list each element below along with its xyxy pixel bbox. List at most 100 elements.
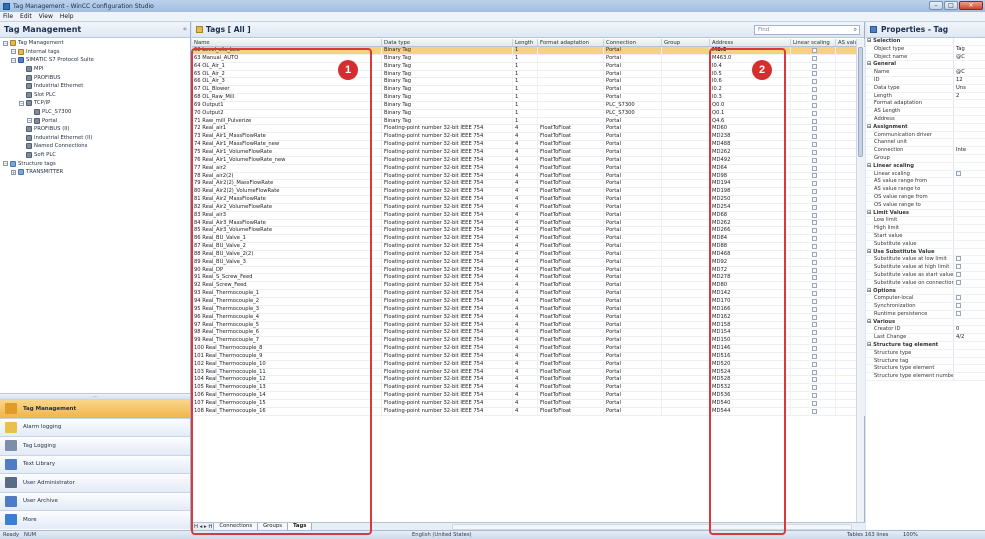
checkbox[interactable] xyxy=(811,173,817,179)
cell-group[interactable] xyxy=(662,156,710,164)
cell-connection[interactable]: Portal xyxy=(604,180,662,188)
checkbox[interactable] xyxy=(811,47,817,53)
tree-item[interactable]: − Internal tags xyxy=(0,48,190,57)
property-row[interactable]: Structure tag xyxy=(866,357,985,366)
cell-group[interactable] xyxy=(662,196,710,203)
cell-format-adaptation[interactable]: FloatToFloat xyxy=(538,399,604,407)
column-header-name[interactable]: Name xyxy=(192,39,382,46)
checkbox[interactable] xyxy=(811,369,817,375)
cell-data-type[interactable]: Floating-point number 32-bit IEEE 754 xyxy=(382,250,513,258)
property-value[interactable]: Tag xyxy=(954,46,985,53)
cell-format-adaptation[interactable]: FloatToFloat xyxy=(538,125,604,133)
cell-format-adaptation[interactable]: FloatToFloat xyxy=(538,345,604,352)
property-row[interactable]: AS value range to xyxy=(866,186,985,194)
property-section[interactable]: ⊟ Selection xyxy=(866,38,985,46)
cell-group[interactable] xyxy=(662,94,710,101)
cell-data-type[interactable]: Binary Tag xyxy=(382,109,513,117)
cell-group[interactable] xyxy=(662,313,710,321)
cell-format-adaptation[interactable] xyxy=(538,86,604,94)
cell-format-adaptation[interactable] xyxy=(538,70,604,78)
property-value[interactable] xyxy=(954,139,985,146)
cell-data-type[interactable]: Floating-point number 32-bit IEEE 754 xyxy=(382,298,513,305)
tree-expander-icon[interactable]: + xyxy=(11,169,16,175)
cell-length[interactable]: 4 xyxy=(513,133,538,141)
cell-format-adaptation[interactable] xyxy=(538,62,604,70)
cell-data-type[interactable]: Floating-point number 32-bit IEEE 754 xyxy=(382,219,513,227)
property-row[interactable]: Connection Inte xyxy=(866,147,985,155)
cell-connection[interactable]: Portal xyxy=(604,407,662,415)
cell-format-adaptation[interactable]: FloatToFloat xyxy=(538,368,604,376)
property-section[interactable]: ⊟ Structure tag element xyxy=(866,342,985,350)
cell-linear-scaling[interactable] xyxy=(791,345,836,352)
cell-length[interactable]: 4 xyxy=(513,141,538,148)
cell-connection[interactable]: Portal xyxy=(604,148,662,156)
cell-length[interactable]: 4 xyxy=(513,407,538,415)
property-row[interactable]: Substitute value on connection xyxy=(866,279,985,288)
cell-format-adaptation[interactable]: FloatToFloat xyxy=(538,133,604,141)
cell-linear-scaling[interactable] xyxy=(791,250,836,258)
cell-group[interactable] xyxy=(662,203,710,211)
cell-linear-scaling[interactable] xyxy=(791,305,836,313)
cell-group[interactable] xyxy=(662,141,710,148)
property-value[interactable]: @C xyxy=(954,54,985,61)
checkbox[interactable] xyxy=(811,118,817,124)
cell-group[interactable] xyxy=(662,274,710,282)
cell-group[interactable] xyxy=(662,407,710,415)
property-value[interactable] xyxy=(954,233,985,240)
cell-data-type[interactable]: Floating-point number 32-bit IEEE 754 xyxy=(382,172,513,180)
cell-group[interactable] xyxy=(662,376,710,384)
property-value[interactable] xyxy=(954,264,985,271)
cell-linear-scaling[interactable] xyxy=(791,321,836,329)
cell-length[interactable]: 4 xyxy=(513,180,538,188)
property-value[interactable] xyxy=(954,310,985,318)
cell-connection[interactable]: Portal xyxy=(604,196,662,203)
property-row[interactable]: Creator ID 0 xyxy=(866,326,985,335)
cell-data-type[interactable]: Floating-point number 32-bit IEEE 754 xyxy=(382,274,513,282)
checkbox[interactable] xyxy=(811,393,817,399)
cell-connection[interactable]: Portal xyxy=(604,156,662,164)
property-row[interactable]: Length 2 xyxy=(866,92,985,101)
property-value[interactable] xyxy=(954,217,985,224)
cell-length[interactable]: 4 xyxy=(513,321,538,329)
column-header-linear-scaling[interactable]: Linear scaling xyxy=(791,39,836,46)
cell-format-adaptation[interactable]: FloatToFloat xyxy=(538,407,604,415)
property-row[interactable]: High limit xyxy=(866,225,985,233)
cell-linear-scaling[interactable] xyxy=(791,109,836,117)
property-value[interactable]: @C xyxy=(954,69,985,76)
cell-length[interactable]: 1 xyxy=(513,94,538,101)
cell-format-adaptation[interactable]: FloatToFloat xyxy=(538,196,604,203)
property-value[interactable] xyxy=(954,186,985,193)
property-section[interactable]: ⊟ Various xyxy=(866,318,985,327)
column-header-data-type[interactable]: Data type xyxy=(382,39,513,46)
property-value[interactable] xyxy=(954,132,985,139)
cell-length[interactable]: 4 xyxy=(513,258,538,266)
cell-format-adaptation[interactable]: FloatToFloat xyxy=(538,282,604,290)
cell-format-adaptation[interactable]: FloatToFloat xyxy=(538,227,604,235)
checkbox[interactable] xyxy=(811,283,817,289)
cell-length[interactable]: 1 xyxy=(513,62,538,70)
cell-group[interactable] xyxy=(662,54,710,62)
cell-data-type[interactable]: Floating-point number 32-bit IEEE 754 xyxy=(382,407,513,415)
tree-item[interactable]: Slot PLC xyxy=(0,91,190,100)
checkbox[interactable] xyxy=(811,165,817,171)
cell-length[interactable]: 1 xyxy=(513,47,538,54)
checkbox[interactable] xyxy=(811,330,817,336)
cell-connection[interactable]: Portal xyxy=(604,305,662,313)
cell-length[interactable]: 4 xyxy=(513,337,538,345)
property-row[interactable]: Substitute value at low limit xyxy=(866,256,985,265)
cell-data-type[interactable]: Binary Tag xyxy=(382,62,513,70)
cell-format-adaptation[interactable] xyxy=(538,94,604,101)
cell-connection[interactable]: Portal xyxy=(604,368,662,376)
nav-button-tag-logging[interactable]: Tag Logging xyxy=(0,436,190,455)
cell-linear-scaling[interactable] xyxy=(791,47,836,54)
column-header-length[interactable]: Length xyxy=(513,39,538,46)
cell-group[interactable] xyxy=(662,337,710,345)
cell-data-type[interactable]: Floating-point number 32-bit IEEE 754 xyxy=(382,235,513,243)
cell-data-type[interactable]: Floating-point number 32-bit IEEE 754 xyxy=(382,290,513,297)
cell-linear-scaling[interactable] xyxy=(791,62,836,70)
cell-format-adaptation[interactable]: FloatToFloat xyxy=(538,148,604,156)
property-row[interactable]: OS value range to xyxy=(866,201,985,210)
menu-help[interactable]: Help xyxy=(60,13,74,20)
tree-item[interactable]: − Tag Management xyxy=(0,39,190,48)
cell-length[interactable]: 4 xyxy=(513,125,538,133)
